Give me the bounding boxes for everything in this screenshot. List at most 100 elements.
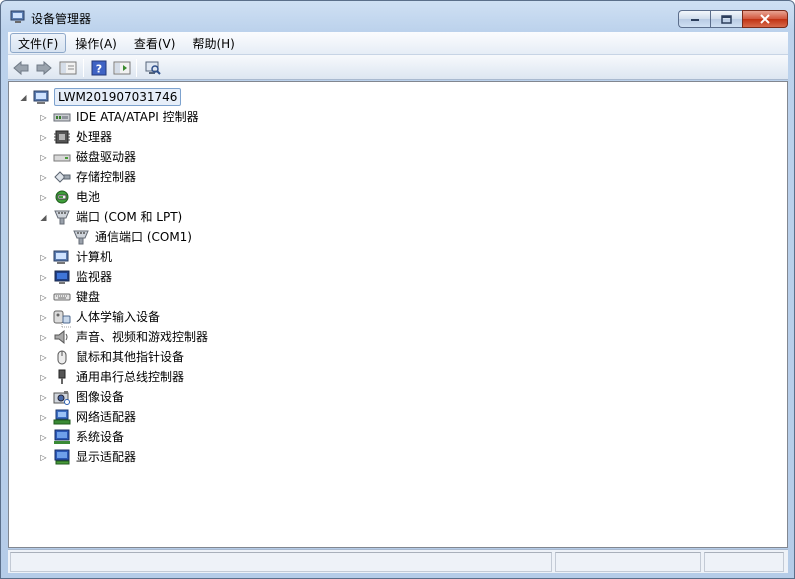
close-button[interactable] <box>742 10 788 28</box>
menu-help[interactable]: 帮助(H) <box>184 33 242 53</box>
tree-category[interactable]: ▷ 显示适配器 <box>39 447 138 467</box>
expand-arrow-icon[interactable]: ▷ <box>39 253 48 262</box>
tree-category[interactable]: ▷ 存储控制器 <box>39 167 138 187</box>
expand-arrow-icon[interactable]: ▷ <box>39 373 48 382</box>
expand-arrow-icon[interactable]: ▷ <box>39 393 48 402</box>
expand-arrow-icon[interactable]: ▷ <box>39 173 48 182</box>
tree-category[interactable]: ▷ 鼠标和其他指针设备 <box>39 347 186 367</box>
device-manager-app-icon <box>10 10 26 24</box>
device-tree[interactable]: ◢ LWM201907031746 ▷ IDE ATA/ATAPI 控制器 ▷ 处理器… <box>8 81 788 548</box>
menu-file[interactable]: 文件(F) <box>10 33 67 53</box>
status-bar <box>8 549 788 573</box>
show-hide-tree-icon <box>59 61 77 75</box>
back-arrow-icon <box>13 60 29 76</box>
tree-device-label: 通信端口 (COM1) <box>95 230 192 244</box>
tree-category-label: IDE ATA/ATAPI 控制器 <box>76 110 199 124</box>
mouse-icon <box>53 349 71 365</box>
expand-arrow-icon[interactable]: ▷ <box>39 273 48 282</box>
device-manager-window: 设备管理器 文件(F) 操作(A) 查看(V) 帮助(H) ? ◢ LWM201… <box>0 0 795 579</box>
maximize-button[interactable] <box>710 10 742 28</box>
tree-category-label: 监视器 <box>76 270 113 284</box>
tree-category-label: 声音、视频和游戏控制器 <box>76 330 209 344</box>
tree-root-label: LWM201907031746 <box>54 88 182 106</box>
status-cell-3 <box>704 552 784 572</box>
tree-category[interactable]: ▷ 声音、视频和游戏控制器 <box>39 327 210 347</box>
tree-category[interactable]: ▷ 键盘 <box>39 287 102 307</box>
hid-icon <box>53 309 71 325</box>
expand-arrow-icon[interactable]: ▷ <box>39 333 48 342</box>
forward-button[interactable] <box>34 58 54 78</box>
ide-controller-icon <box>53 109 71 125</box>
monitor-icon <box>53 269 71 285</box>
tree-category-label: 处理器 <box>76 130 113 144</box>
tree-category[interactable]: ▷ IDE ATA/ATAPI 控制器 <box>39 107 201 127</box>
expand-arrow-icon[interactable]: ▷ <box>39 293 48 302</box>
expand-arrow-icon[interactable]: ▷ <box>39 133 48 142</box>
collapse-arrow-icon[interactable]: ◢ <box>19 93 28 102</box>
network-adapter-icon <box>53 409 71 425</box>
keyboard-icon <box>53 289 71 305</box>
tree-category[interactable]: ▷ 网络适配器 <box>39 407 138 427</box>
tree-category-label: 通用串行总线控制器 <box>76 370 185 384</box>
tree-device[interactable]: 通信端口 (COM1) <box>72 227 194 247</box>
tree-root[interactable]: ◢ LWM201907031746 <box>19 87 182 107</box>
expand-arrow-icon[interactable]: ▷ <box>39 453 48 462</box>
expand-arrow-icon[interactable]: ▷ <box>39 413 48 422</box>
expand-arrow-icon[interactable]: ▷ <box>39 153 48 162</box>
camera-icon <box>53 389 71 405</box>
collapse-arrow-icon[interactable]: ◢ <box>39 213 48 222</box>
status-cell-2 <box>555 552 701 572</box>
battery-icon <box>53 189 71 205</box>
window-title: 设备管理器 <box>31 12 92 26</box>
help-button[interactable]: ? <box>89 58 109 78</box>
port-icon <box>53 209 71 225</box>
tree-category[interactable]: ▷ 计算机 <box>39 247 114 267</box>
expand-arrow-icon[interactable]: ▷ <box>39 433 48 442</box>
help-icon: ? <box>91 60 107 76</box>
tree-category-label: 磁盘驱动器 <box>76 150 137 164</box>
tree-category-label: 显示适配器 <box>76 450 137 464</box>
system-device-icon <box>53 429 71 445</box>
computer-icon <box>53 249 71 265</box>
properties-button[interactable] <box>112 58 132 78</box>
tree-category[interactable]: ▷ 磁盘驱动器 <box>39 147 138 167</box>
forward-arrow-icon <box>36 60 52 76</box>
expand-arrow-icon[interactable]: ▷ <box>39 193 48 202</box>
close-icon <box>760 14 770 24</box>
tree-category-label: 存储控制器 <box>76 170 137 184</box>
back-button[interactable] <box>11 58 31 78</box>
tree-category[interactable]: ▷ 通用串行总线控制器 <box>39 367 186 387</box>
processor-icon <box>53 129 71 145</box>
tree-category[interactable]: ▷ 监视器 <box>39 267 114 287</box>
expand-arrow-icon[interactable]: ▷ <box>39 353 48 362</box>
properties-icon <box>113 61 131 75</box>
expand-arrow-icon[interactable]: ▷ <box>39 313 48 322</box>
port-icon <box>72 229 90 245</box>
tree-category[interactable]: ▷ 图像设备 <box>39 387 126 407</box>
tree-category[interactable]: ▷ 处理器 <box>39 127 114 147</box>
display-adapter-icon <box>53 449 71 465</box>
tree-category-label: 计算机 <box>76 250 113 264</box>
tree-category-label: 电池 <box>76 190 101 204</box>
menu-action[interactable]: 操作(A) <box>67 33 125 53</box>
caption-buttons <box>678 10 788 30</box>
minimize-button[interactable] <box>678 10 710 28</box>
svg-text:?: ? <box>96 63 102 76</box>
computer-icon <box>33 89 51 105</box>
title-bar[interactable]: 设备管理器 <box>1 1 794 32</box>
menu-view[interactable]: 查看(V) <box>126 33 184 53</box>
tree-category-label: 系统设备 <box>76 430 125 444</box>
expand-arrow-icon[interactable]: ▷ <box>39 113 48 122</box>
tree-category[interactable]: ▷ 人体学输入设备 <box>39 307 162 327</box>
tree-category-label: 鼠标和其他指针设备 <box>76 350 185 364</box>
toolbar: ? <box>8 54 788 80</box>
tree-category[interactable]: ◢ 端口 (COM 和 LPT) <box>39 207 184 227</box>
status-cell-main <box>10 552 552 572</box>
tree-category[interactable]: ▷ 系统设备 <box>39 427 126 447</box>
scan-hardware-button[interactable] <box>142 58 162 78</box>
tree-category[interactable]: ▷ 电池 <box>39 187 102 207</box>
maximize-icon <box>721 14 732 24</box>
storage-controller-icon <box>53 169 71 185</box>
show-hide-tree-button[interactable] <box>58 58 78 78</box>
speaker-icon <box>53 329 71 345</box>
